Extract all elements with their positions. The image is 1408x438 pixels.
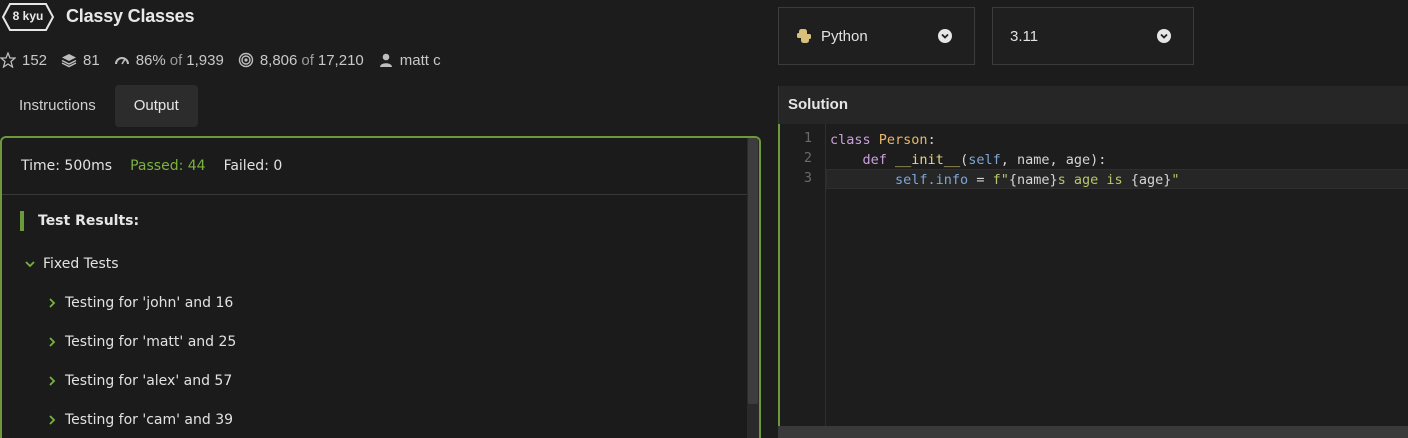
code-line-3[interactable]: self.info = f"{name}s age is {age}" xyxy=(830,170,1180,190)
rank-label: 8 kyu xyxy=(12,9,44,23)
code-token: , name, age): xyxy=(1000,152,1107,168)
collections-count: 81 xyxy=(83,51,100,69)
code-token: class xyxy=(830,132,871,148)
layers-icon xyxy=(61,54,77,68)
test-label: Testing for 'cam' and 39 xyxy=(65,412,234,428)
code-token: self xyxy=(968,152,1001,168)
code-editor[interactable]: 1 2 3 class Person: def __init__(self, n… xyxy=(778,124,1408,438)
failed-count: Failed: 0 xyxy=(223,158,283,174)
code-token: s age is xyxy=(1057,172,1131,188)
satisfaction-rating: 86% xyxy=(135,51,166,69)
satisfaction-stat: 86% of 1,939 xyxy=(114,52,224,69)
code-token: def xyxy=(862,152,887,168)
code-line-2[interactable]: def __init__(self, name, age): xyxy=(830,150,1107,170)
panel-tabs: Instructions Output xyxy=(0,85,198,127)
chevron-right-icon xyxy=(49,376,56,386)
chevron-down-icon xyxy=(1157,29,1171,43)
editor-bottom-bar xyxy=(778,426,1408,438)
test-summary: Time: 500ms Passed: 44 Failed: 0 xyxy=(2,138,759,195)
solution-header: Solution xyxy=(778,86,1408,124)
test-results-heading: Test Results: xyxy=(20,211,139,231)
completed-of: of xyxy=(301,51,314,69)
completed-count: 8,806 xyxy=(259,51,298,69)
code-token: = xyxy=(968,172,993,188)
target-icon xyxy=(238,52,254,68)
test-label: Testing for 'john' and 16 xyxy=(65,295,234,311)
line-number: 1 xyxy=(803,130,812,146)
test-item[interactable]: Testing for 'matt' and 25 xyxy=(48,334,236,350)
completions-stat: 8,806 of 17,210 xyxy=(238,52,364,69)
kata-title[interactable]: Classy Classes xyxy=(66,6,195,27)
stars-stat[interactable]: 152 xyxy=(0,52,47,69)
attempts-count: 17,210 xyxy=(317,51,364,69)
stars-count: 152 xyxy=(22,51,48,69)
line-number: 3 xyxy=(803,170,812,186)
version-value: 3.11 xyxy=(1010,27,1039,45)
rank-badge: 8 kyu xyxy=(2,2,54,32)
chevron-right-icon xyxy=(49,337,56,347)
tab-output[interactable]: Output xyxy=(114,85,198,127)
code-token: " xyxy=(1171,172,1180,188)
passed-count: Passed: 44 xyxy=(130,158,206,174)
test-item[interactable]: Testing for 'alex' and 57 xyxy=(48,373,232,389)
author-stat[interactable]: matt c xyxy=(378,52,441,69)
test-item[interactable]: Testing for 'cam' and 39 xyxy=(48,412,233,428)
code-token: .info xyxy=(927,172,969,188)
test-label: Testing for 'alex' and 57 xyxy=(65,373,233,389)
code-token: : xyxy=(927,132,936,148)
group-label: Fixed Tests xyxy=(43,256,119,272)
code-token: f" xyxy=(992,172,1009,188)
collections-stat[interactable]: 81 xyxy=(61,52,100,69)
user-icon xyxy=(379,53,392,67)
gauge-icon xyxy=(114,57,129,65)
chevron-right-icon xyxy=(49,298,56,308)
code-token: self xyxy=(895,172,928,188)
code-line-1[interactable]: class Person: xyxy=(830,130,936,150)
chevron-right-icon xyxy=(49,415,56,425)
line-number: 2 xyxy=(803,150,812,166)
satisfaction-votes: 1,939 xyxy=(186,51,224,69)
python-icon xyxy=(797,29,811,43)
version-select[interactable]: 3.11 xyxy=(992,7,1194,65)
code-token: {age} xyxy=(1130,172,1172,188)
run-time: Time: 500ms xyxy=(21,158,113,174)
author-name[interactable]: matt c xyxy=(400,52,441,69)
code-token: ( xyxy=(960,152,969,168)
kata-stats: 152 81 86% of 1,939 8,806 of 17,210 matt… xyxy=(0,49,455,71)
line-gutter: 1 2 3 xyxy=(780,124,826,438)
code-token: Person xyxy=(878,132,928,148)
code-token: {name} xyxy=(1008,172,1058,188)
satisfaction-of: of xyxy=(169,51,183,69)
test-item[interactable]: Testing for 'john' and 16 xyxy=(48,295,233,311)
output-scrollbar-thumb[interactable] xyxy=(748,138,758,404)
tab-instructions[interactable]: Instructions xyxy=(0,85,115,127)
fixed-tests-group[interactable]: Fixed Tests xyxy=(24,256,119,272)
test-label: Testing for 'matt' and 25 xyxy=(65,334,237,350)
star-icon xyxy=(0,52,16,68)
language-value: Python xyxy=(821,27,868,45)
chevron-down-icon xyxy=(25,261,35,268)
code-token: __init__ xyxy=(895,152,961,168)
output-panel: Time: 500ms Passed: 44 Failed: 0 Test Re… xyxy=(0,136,761,438)
chevron-down-icon xyxy=(938,29,952,43)
language-select[interactable]: Python xyxy=(778,7,975,65)
